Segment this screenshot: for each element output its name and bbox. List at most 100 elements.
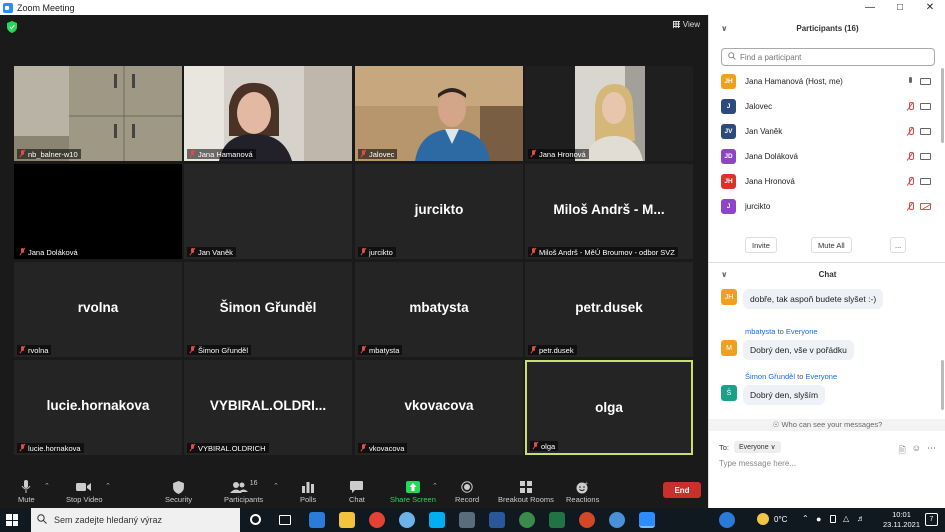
video-options-chevron-icon[interactable]: ⌃ [105,482,111,490]
breakout-rooms-button[interactable]: Breakout Rooms [498,479,554,504]
file-icon[interactable]: 🗎 [899,443,906,459]
view-button[interactable]: View [672,20,700,29]
chrome-icon[interactable] [369,512,385,528]
video-camera-icon[interactable] [920,152,931,160]
security-button[interactable]: Security [165,479,192,504]
cortana-icon[interactable] [250,514,261,525]
video-camera-icon[interactable] [920,127,931,135]
muted-microphone-icon[interactable] [906,151,914,161]
task-view-icon[interactable] [279,515,291,525]
microphone-tray-icon[interactable]: ● [816,514,821,524]
muted-microphone-icon[interactable] [906,201,914,211]
muted-microphone-icon[interactable] [906,176,914,186]
chat-collapse-chevron-icon[interactable]: ∨ [721,270,728,279]
muted-microphone-icon[interactable] [906,126,914,136]
network-icon[interactable]: △ [843,514,849,523]
more-icon[interactable]: ⋯ [927,443,936,459]
microphone-icon[interactable] [906,76,914,86]
windows-start-icon[interactable] [6,514,18,526]
chat-sender[interactable]: mbatysta [745,327,775,336]
battery-icon[interactable] [830,515,836,523]
mute-all-button[interactable]: Mute All [811,237,852,253]
participant-tile[interactable]: olga olga [525,360,693,455]
chat-recipient[interactable]: Everyone [786,327,818,336]
chat-scrollbar[interactable] [941,360,944,410]
participant-row[interactable]: JH Jana Hamanová (Host, me) [721,72,935,90]
participant-row[interactable]: Jjurcikto [721,197,935,215]
polls-button[interactable]: Polls [300,479,316,504]
participant-tile[interactable]: Jan Vaněk [184,164,352,259]
participant-row[interactable]: JD Jana Doláková [721,147,935,165]
participants-scrollbar[interactable] [941,68,944,143]
help-icon[interactable] [719,512,735,528]
video-camera-icon[interactable] [920,102,931,110]
participant-tile[interactable]: Jana Hronová [525,66,693,161]
participant-tile[interactable]: jurcikto jurcikto [355,164,523,259]
mute-button[interactable]: Mute [18,479,35,504]
zoom-taskbar-icon[interactable] [639,512,655,528]
taskbar-search[interactable]: Sem zadejte hledaný výraz [31,508,240,532]
chat-button[interactable]: Chat [349,479,365,504]
chat-sender[interactable]: Šimon Gřunděl [745,372,795,381]
stop-video-button[interactable]: Stop Video [66,479,103,504]
app-icon[interactable] [519,512,535,528]
video-off-icon[interactable] [920,202,931,210]
participant-tile[interactable]: lucie.hornakova lucie.hornakova [14,360,182,455]
share-screen-button[interactable]: Share Screen [390,479,436,504]
participant-row[interactable]: J Jalovec [721,97,935,115]
emoji-icon[interactable]: ☺ [912,443,921,459]
close-button[interactable]: ✕ [915,0,945,15]
participant-row[interactable]: JH Jana Hronová [721,172,935,190]
chat-input[interactable]: Type message here... [719,459,796,468]
browser-icon[interactable] [609,512,625,528]
maximize-button[interactable]: □ [885,0,915,15]
system-clock[interactable]: 10:01 23.11.2021 [883,510,920,530]
show-hidden-icons-chevron-icon[interactable]: ⌃ [802,514,809,523]
participants-chevron-icon[interactable]: ⌃ [273,482,279,490]
temperature[interactable]: 0°C [774,515,787,524]
participant-tile[interactable]: Jana Hamanová [184,66,352,161]
calculator-icon[interactable] [459,512,475,528]
participant-tile[interactable]: VYBIRAL.OLDRI... VYBIRAL.OLDRICH [184,360,352,455]
invite-button[interactable]: Invite [745,237,777,253]
participant-tile[interactable]: vkovacova vkovacova [355,360,523,455]
word-icon[interactable] [489,512,505,528]
participant-row[interactable]: JV Jan Vaněk [721,122,935,140]
settings-app-icon[interactable] [399,512,415,528]
participant-tile[interactable]: Jalovec [355,66,523,161]
share-options-chevron-icon[interactable]: ⌃ [432,482,438,490]
participant-tile[interactable]: Šimon Gřunděl Šimon Gřunděl [184,262,352,357]
find-participant-input[interactable] [740,52,920,62]
chat-recipient[interactable]: Everyone [805,372,837,381]
who-can-see-link[interactable]: ☉ Who can see your messages? [709,419,945,431]
muted-microphone-icon[interactable] [906,101,914,111]
audio-options-chevron-icon[interactable]: ⌃ [44,482,50,490]
more-options-button[interactable]: ... [890,237,907,253]
participant-tile[interactable]: Jana Doláková [14,164,182,259]
participant-display-name: VYBIRAL.OLDRI... [209,398,327,413]
video-camera-icon[interactable] [920,77,931,85]
participant-tile[interactable]: nb_balner-w10 [14,66,182,161]
participant-name-label: mbatysta [358,345,403,355]
record-button[interactable]: Record [455,479,479,504]
collapse-chevron-icon[interactable]: ∨ [721,24,728,33]
participant-tile[interactable]: mbatysta mbatysta [355,262,523,357]
participant-tile[interactable]: petr.dusek petr.dusek [525,262,693,357]
recipient-select[interactable]: Everyone ∨ [734,441,781,453]
reactions-button[interactable]: + Reactions [566,479,599,505]
excel-icon[interactable] [549,512,565,528]
edge-icon[interactable] [309,512,325,528]
participant-tile[interactable]: Miloš Andrš - M... Miloš Andrš - MěÚ Brou… [525,164,693,259]
notification-center-icon[interactable]: 7 [925,513,938,526]
volume-icon[interactable]: ♬ [857,514,865,523]
video-camera-icon[interactable] [920,177,931,185]
encryption-shield-icon[interactable] [7,21,17,33]
find-participant-field[interactable] [721,48,935,66]
participants-button[interactable]: 16 Participants [224,479,263,505]
skype-icon[interactable] [429,512,445,528]
participant-tile[interactable]: rvolna rvolna [14,262,182,357]
end-meeting-button[interactable]: End [663,482,701,498]
minimize-button[interactable]: — [855,0,885,15]
file-explorer-icon[interactable] [339,512,355,528]
powerpoint-icon[interactable] [579,512,595,528]
